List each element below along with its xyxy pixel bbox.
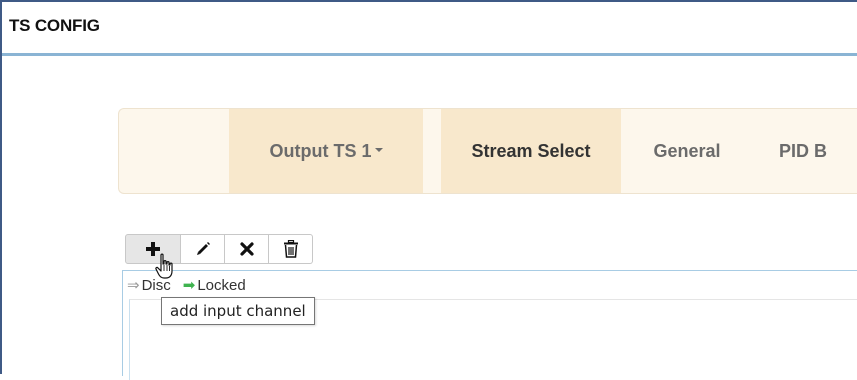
title-bar: TS CONFIG bbox=[2, 2, 857, 56]
remove-channel-button[interactable] bbox=[225, 234, 269, 264]
legend-locked-label: Locked bbox=[197, 276, 246, 294]
output-nav-bar: Output TS 1 Stream Select General PID B bbox=[118, 108, 857, 194]
ts-config-window: TS CONFIG Output TS 1 Stream Select Gene… bbox=[0, 0, 857, 380]
status-legend: ⇒ Disc ➡ Locked bbox=[127, 276, 246, 295]
tab-pid-b[interactable]: PID B bbox=[779, 109, 857, 193]
right-arrow-icon: ⇒ bbox=[127, 277, 140, 294]
edit-channel-button[interactable] bbox=[181, 234, 225, 264]
tab-output-ts-dropdown[interactable]: Output TS 1 bbox=[229, 109, 423, 193]
pencil-icon bbox=[196, 242, 210, 255]
chevron-down-icon bbox=[374, 148, 383, 152]
delete-channel-button[interactable] bbox=[269, 234, 313, 264]
green-right-arrow-icon: ➡ bbox=[182, 277, 196, 294]
x-icon bbox=[239, 242, 254, 256]
trash-icon bbox=[283, 240, 298, 258]
tab-output-ts-label: Output TS 1 bbox=[269, 140, 372, 161]
window-title: TS CONFIG bbox=[9, 16, 100, 35]
tab-stream-select[interactable]: Stream Select bbox=[441, 109, 621, 193]
hand-cursor-icon bbox=[155, 253, 173, 279]
add-channel-tooltip: add input channel bbox=[161, 297, 315, 325]
tab-general[interactable]: General bbox=[649, 109, 725, 193]
